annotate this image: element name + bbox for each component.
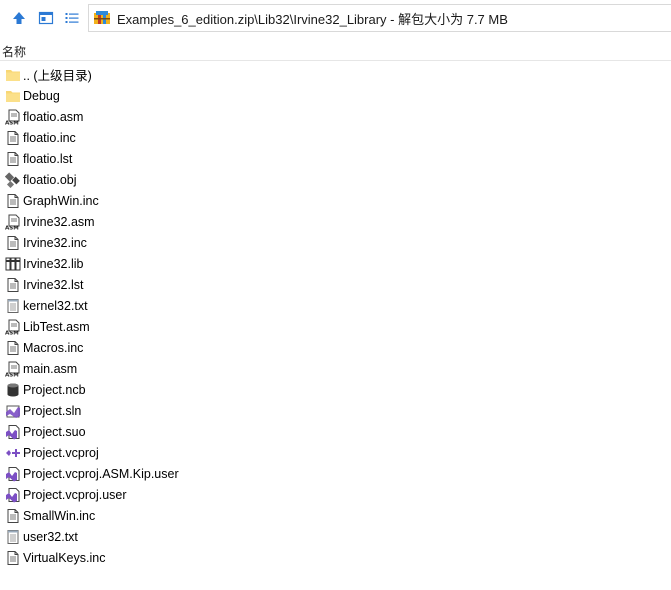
file-row[interactable]: ASM main.asm bbox=[0, 358, 671, 379]
vs-file-icon bbox=[5, 466, 21, 482]
folder-icon bbox=[5, 88, 21, 104]
asm-file-icon: ASM bbox=[5, 109, 21, 126]
vs-file-icon bbox=[5, 487, 21, 503]
object-file-icon bbox=[4, 171, 21, 188]
file-row[interactable]: floatio.obj bbox=[0, 169, 671, 190]
notepad-file-icon bbox=[5, 529, 21, 545]
file-row[interactable]: Project.vcproj bbox=[0, 442, 671, 463]
library-file-icon bbox=[5, 256, 21, 272]
address-path: Examples_6_edition.zip\Lib32\Irvine32_Li… bbox=[117, 11, 508, 27]
file-name: floatio.lst bbox=[23, 151, 73, 166]
file-row[interactable]: ASM floatio.asm bbox=[0, 106, 671, 127]
svg-text:ASM: ASM bbox=[5, 120, 19, 125]
file-row[interactable]: GraphWin.inc bbox=[0, 190, 671, 211]
file-row[interactable]: .. (上级目录) bbox=[0, 64, 671, 85]
notepad-file-icon bbox=[5, 298, 21, 314]
file-name: Irvine32.inc bbox=[23, 235, 87, 250]
file-row[interactable]: Project.vcproj.ASM.Kip.user bbox=[0, 463, 671, 484]
list-view-icon bbox=[65, 13, 79, 23]
view-button[interactable] bbox=[35, 7, 57, 29]
file-name: user32.txt bbox=[23, 529, 78, 544]
file-row[interactable]: Project.ncb bbox=[0, 379, 671, 400]
file-row[interactable]: SmallWin.inc bbox=[0, 505, 671, 526]
file-name: kernel32.txt bbox=[23, 298, 88, 313]
file-name: LibTest.asm bbox=[23, 319, 90, 334]
file-name: Project.vcproj.ASM.Kip.user bbox=[23, 466, 179, 481]
up-button[interactable] bbox=[8, 7, 30, 29]
file-name: .. (上级目录) bbox=[23, 69, 92, 83]
text-file-icon bbox=[5, 508, 21, 524]
column-header-row: 名称 bbox=[0, 41, 671, 61]
svg-text:ASM: ASM bbox=[5, 330, 19, 335]
file-row[interactable]: Irvine32.lst bbox=[0, 274, 671, 295]
file-row[interactable]: Project.suo bbox=[0, 421, 671, 442]
text-file-icon bbox=[5, 193, 21, 209]
file-name: Macros.inc bbox=[23, 340, 84, 355]
file-name: GraphWin.inc bbox=[23, 193, 99, 208]
file-name: SmallWin.inc bbox=[23, 508, 96, 523]
file-row[interactable]: Irvine32.lib bbox=[0, 253, 671, 274]
text-file-icon bbox=[5, 235, 21, 251]
file-row[interactable]: ASM Irvine32.asm bbox=[0, 211, 671, 232]
text-file-icon bbox=[5, 340, 21, 356]
zip-archive-icon bbox=[93, 9, 111, 27]
name-column-header[interactable]: 名称 bbox=[2, 43, 26, 60]
file-row[interactable]: Project.vcproj.user bbox=[0, 484, 671, 505]
file-name: floatio.inc bbox=[23, 130, 76, 145]
file-row[interactable]: Project.sln bbox=[0, 400, 671, 421]
text-file-icon bbox=[5, 550, 21, 566]
file-row[interactable]: floatio.lst bbox=[0, 148, 671, 169]
file-name: VirtualKeys.inc bbox=[23, 550, 106, 565]
file-name: main.asm bbox=[23, 361, 78, 376]
text-file-icon bbox=[5, 277, 21, 293]
file-name: Irvine32.lib bbox=[23, 256, 84, 271]
svg-text:ASM: ASM bbox=[5, 225, 19, 230]
vs-solution-icon bbox=[5, 403, 21, 419]
folder-icon bbox=[5, 67, 21, 83]
file-name: Project.suo bbox=[23, 424, 86, 439]
file-row[interactable]: Irvine32.inc bbox=[0, 232, 671, 253]
file-row[interactable]: floatio.inc bbox=[0, 127, 671, 148]
file-name: Project.sln bbox=[23, 403, 82, 418]
toolbar: Examples_6_edition.zip\Lib32\Irvine32_Li… bbox=[0, 0, 671, 36]
file-name: Project.ncb bbox=[23, 382, 86, 397]
file-row[interactable]: Macros.inc bbox=[0, 337, 671, 358]
file-row[interactable]: kernel32.txt bbox=[0, 295, 671, 316]
file-name: floatio.asm bbox=[23, 109, 84, 124]
text-file-icon bbox=[5, 130, 21, 146]
text-file-icon bbox=[5, 151, 21, 167]
vcproj-icon bbox=[5, 445, 21, 461]
asm-file-icon: ASM bbox=[5, 214, 21, 231]
file-row[interactable]: VirtualKeys.inc bbox=[0, 547, 671, 568]
file-name: Irvine32.lst bbox=[23, 277, 84, 292]
file-name: floatio.obj bbox=[23, 172, 77, 187]
file-name: Project.vcproj.user bbox=[23, 487, 127, 502]
arrow-up-icon bbox=[13, 12, 25, 24]
file-list: .. (上级目录) Debug ASM floatio.asm floatio.inc f… bbox=[0, 64, 671, 568]
file-name: Irvine32.asm bbox=[23, 214, 95, 229]
vs-file-icon bbox=[5, 424, 21, 440]
svg-text:ASM: ASM bbox=[5, 372, 19, 377]
file-name: Project.vcproj bbox=[23, 445, 99, 460]
database-file-icon bbox=[5, 382, 21, 398]
file-row[interactable]: ASM LibTest.asm bbox=[0, 316, 671, 337]
asm-file-icon: ASM bbox=[5, 361, 21, 378]
address-bar[interactable]: Examples_6_edition.zip\Lib32\Irvine32_Li… bbox=[88, 4, 671, 32]
list-view-button[interactable] bbox=[61, 7, 83, 29]
file-row[interactable]: Debug bbox=[0, 85, 671, 106]
file-row[interactable]: user32.txt bbox=[0, 526, 671, 547]
asm-file-icon: ASM bbox=[5, 319, 21, 336]
file-name: Debug bbox=[23, 88, 60, 103]
window-view-icon bbox=[38, 11, 54, 25]
